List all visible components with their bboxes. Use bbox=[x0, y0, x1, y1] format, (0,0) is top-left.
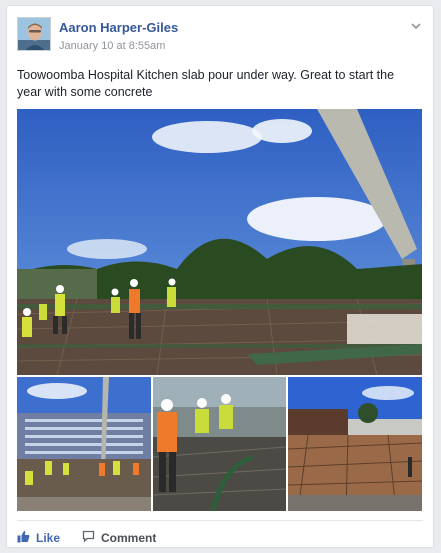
avatar[interactable] bbox=[17, 17, 51, 51]
comment-label: Comment bbox=[101, 531, 157, 545]
post-actions-bar: Like Comment bbox=[17, 528, 156, 548]
post-photo-thumb-2[interactable] bbox=[153, 377, 286, 511]
thumbs-up-icon bbox=[17, 530, 30, 546]
actions-divider bbox=[17, 520, 423, 521]
post-timestamp[interactable]: January 10 at 8:55am bbox=[59, 40, 165, 52]
comment-button[interactable]: Comment bbox=[82, 528, 156, 548]
post-photo-main[interactable] bbox=[17, 109, 422, 375]
post-photo-thumb-1[interactable] bbox=[17, 377, 151, 511]
chevron-down-icon[interactable] bbox=[409, 19, 423, 33]
like-button[interactable]: Like bbox=[17, 528, 60, 548]
author-name-link[interactable]: Aaron Harper-Giles bbox=[59, 20, 178, 35]
post-card: Aaron Harper-Giles January 10 at 8:55am … bbox=[6, 5, 434, 548]
post-photo-thumb-3[interactable] bbox=[288, 377, 422, 511]
like-label: Like bbox=[36, 531, 61, 545]
speech-bubble-icon bbox=[82, 530, 95, 546]
post-text: Toowoomba Hospital Kitchen slab pour und… bbox=[17, 68, 395, 99]
